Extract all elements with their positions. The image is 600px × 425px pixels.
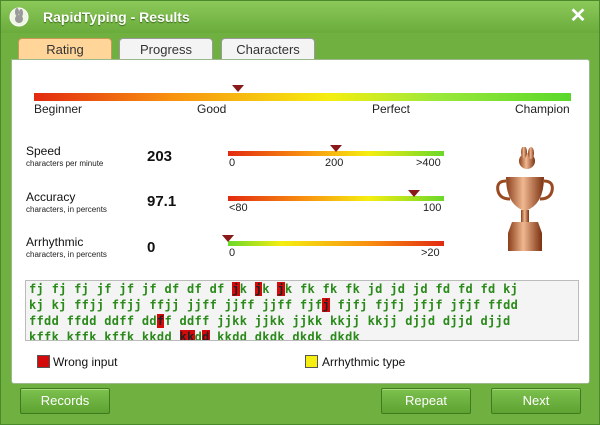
arrhythmic-marker-icon (222, 235, 234, 242)
trophy-icon (496, 147, 554, 251)
typed-chars: fj fj fj jf jf jf df df df (29, 282, 233, 296)
records-button[interactable]: Records (20, 388, 110, 414)
speed-value: 203 (147, 148, 173, 165)
wrong-input-label: Wrong input (53, 355, 118, 369)
arrhythmic-value: 0 (147, 239, 156, 256)
arrhythmic-label: Arrhythmic (26, 235, 84, 249)
speed-tick-min: 0 (229, 157, 236, 169)
speed-label: Speed (26, 144, 61, 158)
arrhythmic-tick-min: 0 (229, 247, 236, 259)
accuracy-marker-icon (407, 190, 420, 197)
speed-tick-mid: 200 (325, 157, 344, 169)
repeat-button[interactable]: Repeat (381, 388, 471, 414)
rating-scale-bar (34, 93, 571, 101)
typed-chars: k (262, 282, 278, 296)
scale-label-champion: Champion (515, 102, 570, 116)
accuracy-label: Accuracy (26, 190, 76, 204)
arrhythmic-type-swatch (305, 355, 318, 368)
typed-text-line: kj kj ffjj ffjj ffjj jjff jjff jjff fjfj… (29, 298, 518, 312)
wrong-input-char: j (277, 282, 285, 296)
typed-chars: kffk kffk kffk kkdd (29, 330, 180, 341)
next-button[interactable]: Next (491, 388, 581, 414)
arrhythmic-bar (228, 241, 444, 246)
speed-sublabel: characters per minute (26, 159, 104, 168)
scale-label-beginner: Beginner (34, 102, 83, 116)
typed-chars: ffdd ffdd ddff dd (29, 314, 157, 328)
scale-label-good: Good (197, 102, 227, 116)
typed-chars: fjfj fjfj jfjf jfjf ffdd (330, 298, 519, 312)
typed-text-area[interactable]: fj fj fj jf jf jf df df df jk jk jk fk f… (25, 280, 579, 341)
accuracy-sublabel: characters, in percents (26, 205, 107, 214)
arrhythmic-tick-max: >20 (421, 247, 440, 259)
speed-tick-max: >400 (416, 157, 441, 169)
typed-chars: k fk fk fk jd jd jd fd fd fd kj (284, 282, 519, 296)
arrhythmic-type-label: Arrhythmic type (322, 355, 406, 369)
wrong-input-char: j (232, 282, 240, 296)
arrhythmic-sublabel: characters, in percents (26, 250, 107, 259)
scale-label-perfect: Perfect (372, 102, 411, 116)
speed-marker-icon (330, 145, 342, 152)
close-icon[interactable]: ✕ (568, 6, 588, 26)
wrong-input-char: j (322, 298, 330, 312)
typed-chars: k (239, 282, 255, 296)
typed-text-line: fj fj fj jf jf jf df df df jk jk jk fk f… (29, 282, 518, 296)
title-bar: RapidTyping - Results ✕ (1, 1, 599, 33)
wrong-input-char: kk (179, 330, 195, 340)
window-title: RapidTyping - Results (43, 9, 190, 25)
accuracy-value: 97.1 (147, 193, 177, 210)
tab-characters[interactable]: Characters (221, 38, 315, 61)
typed-text-line: ffdd ffdd ddff ddff ddff jjkk jjkk jjkk … (29, 314, 511, 328)
wrong-input-swatch (37, 355, 50, 368)
app-rabbit-icon (9, 7, 29, 27)
typed-chars: d (194, 330, 203, 341)
accuracy-tick-max: 100 (423, 202, 442, 214)
results-window: RapidTyping - Results ✕ Rating Progress … (0, 0, 600, 425)
rating-marker-icon (232, 85, 245, 92)
typed-chars: kkdd dkdk dkdk dkdk (209, 330, 361, 341)
accuracy-tick-min: <80 (229, 202, 248, 214)
wrong-input-char: d (202, 330, 210, 340)
typed-chars: kj kj ffjj ffjj ffjj jjff jjff jjff fjf (29, 298, 323, 312)
typed-text-line: kffk kffk kffk kkdd kkdd kkdd dkdk dkdk … (29, 330, 361, 341)
typed-chars: f ddff jjkk jjkk jjkk kkjj kkjj djjd djj… (164, 314, 511, 328)
tab-progress[interactable]: Progress (119, 38, 213, 61)
